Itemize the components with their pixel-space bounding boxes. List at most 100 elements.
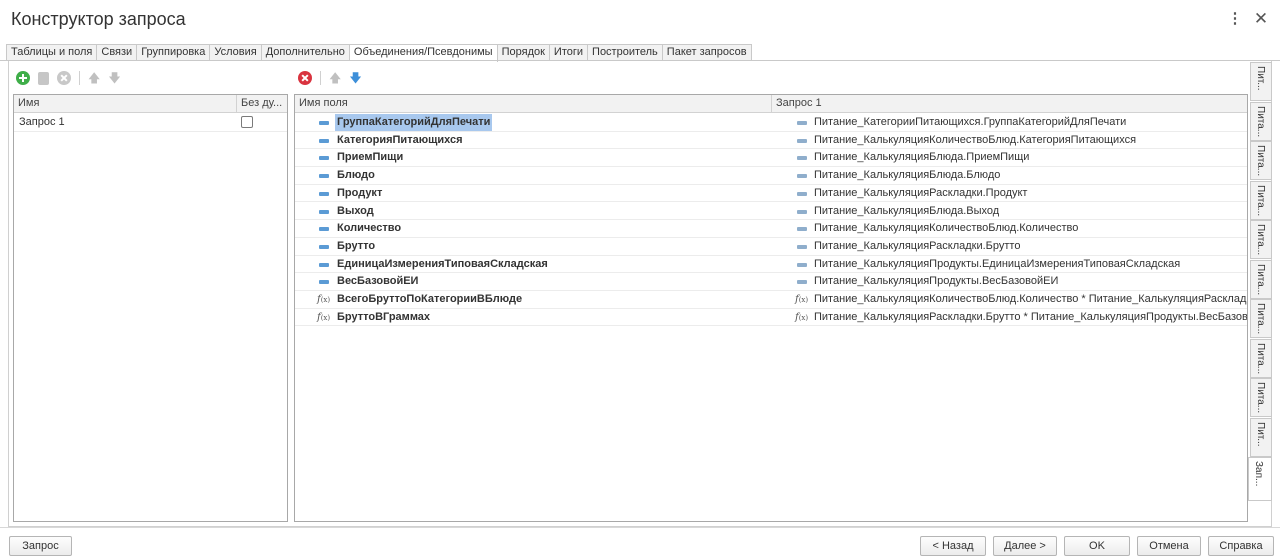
field-name: ГруппаКатегорийДляПечати	[335, 114, 493, 131]
tab-4[interactable]: Дополнительно	[261, 44, 350, 61]
source-cell[interactable]: Питание_КатегорииПитающихся.ГруппаКатего…	[772, 114, 1247, 131]
column-header-name[interactable]: Имя	[14, 95, 237, 113]
no-duplicates-checkbox[interactable]	[241, 116, 253, 128]
tab-1[interactable]: Связи	[97, 44, 138, 61]
column-header-field-name[interactable]: Имя поля	[295, 95, 772, 113]
side-tab-1[interactable]: Пита...	[1250, 101, 1272, 141]
delete-icon[interactable]	[57, 71, 71, 85]
tab-6[interactable]: Порядок	[497, 44, 550, 61]
tab-3[interactable]: Условия	[210, 44, 262, 61]
table-row[interactable]: КатегорияПитающихся Питание_КалькуляцияКо…	[295, 132, 1247, 150]
cancel-button[interactable]: Отмена	[1137, 536, 1201, 556]
source-cell[interactable]: Питание_КалькуляцияПродукты.ВесБазовойЕИ	[772, 273, 1247, 290]
help-button[interactable]: Справка	[1208, 536, 1274, 556]
side-tab-10[interactable]: Зап...	[1248, 457, 1272, 501]
field-icon	[797, 209, 807, 214]
table-row[interactable]: ГруппаКатегорийДляПечати Питание_Категори…	[295, 114, 1247, 132]
close-icon[interactable]: ✕	[1252, 10, 1270, 28]
queries-toolbar: 🡅 🡇	[16, 68, 129, 88]
query-name: Запрос 1	[19, 116, 65, 128]
title-bar: Конструктор запроса ⋮ ✕	[0, 0, 1280, 40]
side-tab-4[interactable]: Пита...	[1250, 220, 1272, 259]
field-name-cell[interactable]: f(x) БруттоВГраммах	[295, 309, 771, 326]
source-cell[interactable]: Питание_КалькуляцияРаскладки.Брутто	[772, 238, 1247, 255]
table-row[interactable]: Брутто Питание_КалькуляцияРаскладки.Брутт…	[295, 238, 1247, 256]
field-name: Количество	[337, 222, 402, 235]
field-name-cell[interactable]: ЕдиницаИзмеренияТиповаяСкладская	[295, 256, 771, 273]
column-header-no-duplicates[interactable]: Без ду...	[237, 95, 287, 113]
field-name-cell[interactable]: ВесБазовойЕИ	[295, 273, 771, 290]
field-name-cell[interactable]: ПриемПищи	[295, 149, 771, 166]
source-cell[interactable]: f(x) Питание_КалькуляцияРаскладки.Брутто …	[772, 309, 1247, 326]
side-tab-3[interactable]: Пита...	[1250, 180, 1272, 220]
copy-icon[interactable]	[38, 71, 49, 85]
source-cell[interactable]: Питание_КалькуляцияРаскладки.Продукт	[772, 185, 1247, 202]
side-tab-label: Пита...	[1255, 263, 1266, 295]
aliases-table-header: Имя поля Запрос 1	[295, 95, 1247, 113]
footer-divider	[0, 527, 1280, 528]
table-row[interactable]: Количество Питание_КалькуляцияКоличествоБ…	[295, 220, 1247, 238]
add-icon[interactable]	[16, 71, 30, 85]
field-icon	[319, 138, 329, 143]
source-cell[interactable]: Питание_КалькуляцияБлюда.ПриемПищи	[772, 149, 1247, 166]
tab-2[interactable]: Группировка	[137, 44, 211, 61]
tab-7[interactable]: Итоги	[549, 44, 589, 61]
field-name-cell[interactable]: ГруппаКатегорийДляПечати	[295, 114, 771, 131]
column-header-query-1[interactable]: Запрос 1	[772, 95, 1247, 113]
side-tab-label: Пита...	[1255, 382, 1266, 414]
move-down-icon[interactable]: 🡇	[108, 71, 120, 85]
source-expression: Питание_КалькуляцияБлюда.Выход	[814, 204, 1000, 217]
delete-icon[interactable]	[298, 71, 312, 85]
field-name-cell[interactable]: Блюдо	[295, 167, 771, 184]
table-row[interactable]: Выход Питание_КалькуляцияБлюда.Выход	[295, 203, 1247, 221]
back-button[interactable]: < Назад	[920, 536, 986, 556]
field-icon	[319, 244, 329, 249]
ok-button[interactable]: OK	[1064, 536, 1130, 556]
source-cell[interactable]: Питание_КалькуляцияБлюда.Выход	[772, 203, 1247, 220]
source-cell[interactable]: Питание_КалькуляцияКоличествоБлюд.Количе…	[772, 220, 1247, 237]
table-row[interactable]: f(x) БруттоВГраммах f(x) Питание_Калькуляци…	[295, 309, 1247, 327]
field-name-cell[interactable]: Продукт	[295, 185, 771, 202]
side-tab-5[interactable]: Пита...	[1250, 259, 1272, 299]
field-icon	[797, 280, 807, 285]
next-button[interactable]: Далее >	[993, 536, 1057, 556]
table-row[interactable]: Продукт Питание_КалькуляцияРаскладки.Прод…	[295, 185, 1247, 203]
field-icon	[319, 280, 329, 285]
side-tab-9[interactable]: Пит...	[1250, 417, 1272, 457]
side-tab-0[interactable]: Пит...	[1250, 62, 1272, 101]
move-up-icon[interactable]: 🡅	[329, 71, 341, 85]
tab-0[interactable]: Таблицы и поля	[6, 44, 98, 61]
move-down-icon[interactable]: 🡇	[349, 71, 361, 85]
field-name-cell[interactable]: Выход	[295, 203, 771, 220]
side-tab-7[interactable]: Пита...	[1250, 338, 1272, 378]
field-icon	[797, 156, 807, 161]
source-cell[interactable]: f(x) Питание_КалькуляцияКоличествоБлюд.Ко…	[772, 291, 1247, 308]
source-expression: Питание_КалькуляцияКоличествоБлюд.Катего…	[814, 133, 1137, 146]
field-name: Выход	[337, 204, 374, 217]
query-button[interactable]: Запрос	[9, 536, 72, 556]
field-name: БруттоВГраммах	[337, 310, 431, 323]
tab-8[interactable]: Построитель	[588, 44, 663, 61]
field-name-cell[interactable]: КатегорияПитающихся	[295, 132, 771, 149]
source-cell[interactable]: Питание_КалькуляцияКоличествоБлюд.Катего…	[772, 132, 1247, 149]
field-name-cell[interactable]: Количество	[295, 220, 771, 237]
table-row[interactable]: Блюдо Питание_КалькуляцияБлюда.Блюдо	[295, 167, 1247, 185]
source-cell[interactable]: Питание_КалькуляцияБлюда.Блюдо	[772, 167, 1247, 184]
table-row[interactable]: ВесБазовойЕИ Питание_КалькуляцияПродукты.…	[295, 273, 1247, 291]
table-row[interactable]: ПриемПищи Питание_КалькуляцияБлюда.ПриемП…	[295, 149, 1247, 168]
table-row[interactable]: ЕдиницаИзмеренияТиповаяСкладская Питание_…	[295, 256, 1247, 274]
source-cell[interactable]: Питание_КалькуляцияПродукты.ЕдиницаИзмер…	[772, 256, 1247, 273]
side-tab-8[interactable]: Пита...	[1250, 378, 1272, 417]
tab-9[interactable]: Пакет запросов	[662, 44, 752, 61]
move-up-icon[interactable]: 🡅	[88, 71, 100, 85]
table-row[interactable]: f(x) ВсегоБруттоПоКатегорииВБлюде f(x) Пита…	[295, 291, 1247, 309]
field-name-cell[interactable]: Брутто	[295, 238, 771, 255]
side-tab-label: Пит...	[1255, 421, 1266, 447]
field-icon	[797, 191, 807, 196]
queries-table-header: Имя Без ду...	[14, 95, 287, 113]
side-tab-6[interactable]: Пита...	[1250, 299, 1272, 338]
table-row[interactable]: Запрос 1	[14, 114, 287, 132]
side-tab-2[interactable]: Пита...	[1250, 141, 1272, 180]
more-vertical-icon[interactable]: ⋮	[1226, 10, 1244, 28]
field-name-cell[interactable]: f(x) ВсегоБруттоПоКатегорииВБлюде	[295, 291, 771, 308]
